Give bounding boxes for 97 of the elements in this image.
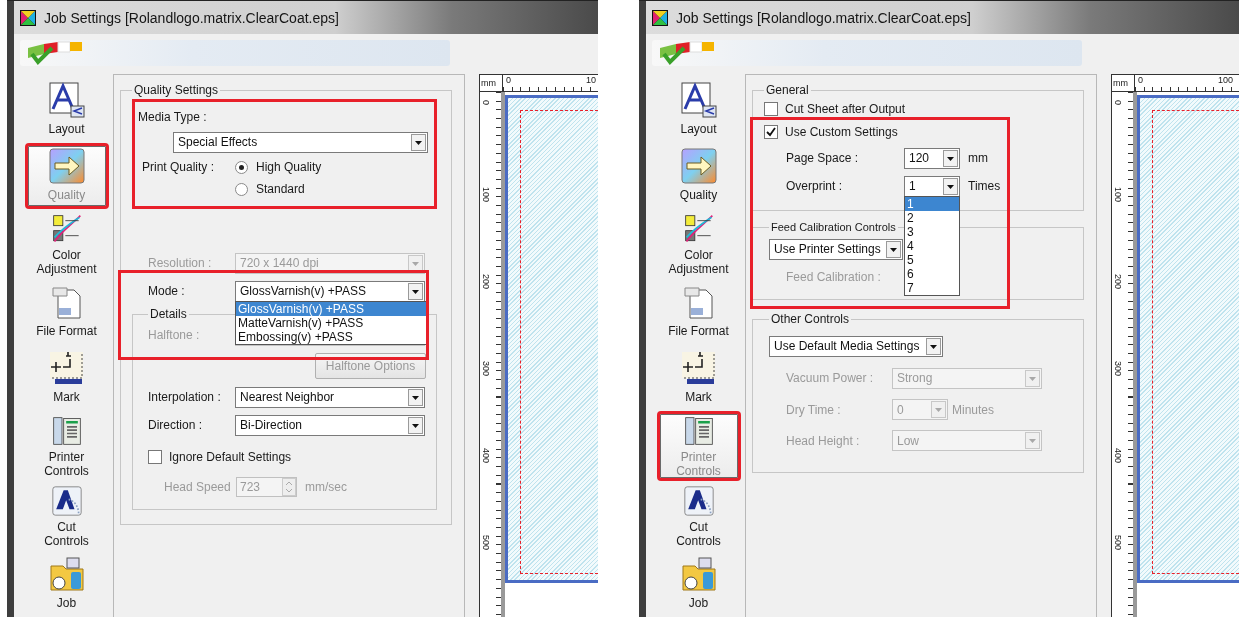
color-gradient-icon xyxy=(48,148,85,184)
ruler-label: 300 xyxy=(1113,361,1123,377)
unit-label: Minutes xyxy=(952,402,995,417)
caret-icon xyxy=(943,177,958,195)
sidebar-item[interactable]: Layout xyxy=(656,77,741,143)
caret-icon xyxy=(931,401,946,418)
dropdown-option[interactable]: GlossVarnish(v) +PASS xyxy=(236,302,426,316)
dropdown-list[interactable]: 1 2 3 4 5 6 7 xyxy=(904,196,960,296)
sidebar-item[interactable]: File Format xyxy=(656,279,741,345)
caret-icon xyxy=(408,254,423,272)
checkbox[interactable]: Use Custom Settings xyxy=(764,120,898,144)
field-label: Vacuum Power : xyxy=(786,371,875,385)
crop-mark-icon xyxy=(680,350,717,386)
field-label: Page Space : xyxy=(786,151,860,165)
dropdown[interactable]: GlossVarnish(v) +PASS xyxy=(235,280,425,302)
group-title: General xyxy=(765,83,810,97)
color-gradient-icon xyxy=(680,148,717,184)
field-label: Dry Time : xyxy=(786,402,842,417)
checkbox[interactable]: Ignore Default Settings xyxy=(148,445,292,469)
sidebar-item[interactable]: Printer Controls xyxy=(24,411,109,481)
group-title: Other Controls xyxy=(770,312,851,326)
sidebar-item[interactable]: Cut Controls xyxy=(656,481,741,551)
app-icon xyxy=(652,9,668,26)
dropdown[interactable]: Nearest Neighbor xyxy=(235,386,425,408)
crop-mark-icon xyxy=(48,350,85,386)
ruler-label: 500 xyxy=(1113,535,1123,551)
ruler-label: 400 xyxy=(1113,448,1123,464)
sidebar-item[interactable]: Mark xyxy=(24,345,109,411)
group-title: Feed Calibration Controls xyxy=(770,221,897,233)
folder-icon xyxy=(48,556,85,592)
ruler-label: 200 xyxy=(481,274,491,290)
dropdown-option[interactable]: 1 xyxy=(905,197,959,211)
field-label: Mode : xyxy=(148,284,186,298)
sidebar-item[interactable]: Color Adjustment xyxy=(656,209,741,279)
field-label: Feed Calibration : xyxy=(786,270,882,284)
layout-icon xyxy=(48,82,85,118)
group-title: Details xyxy=(149,307,188,321)
ruler-label: 100 xyxy=(1218,75,1235,87)
field-label: Direction : xyxy=(148,418,204,432)
field-label: Head Speed xyxy=(164,480,232,494)
spin-arrows-icon xyxy=(282,478,296,496)
checkbox[interactable]: Cut Sheet after Output xyxy=(764,97,906,120)
sidebar-item[interactable]: Color Adjustment xyxy=(24,209,109,279)
layout-icon xyxy=(680,82,717,118)
sidebar-item[interactable]: Quality xyxy=(656,143,741,209)
window-title: Job Settings [Rolandlogo.matrix.ClearCoat.eps] xyxy=(676,9,971,26)
caret-icon xyxy=(408,388,423,406)
window-title: Job Settings [Rolandlogo.matrix.ClearCoat.eps] xyxy=(44,9,339,26)
caret-icon xyxy=(1025,369,1040,387)
caret-icon xyxy=(408,416,423,434)
dropdown-list[interactable]: GlossVarnish(v) +PASS MatteVarnish(v) +PASS Embossing(v) +PASS xyxy=(235,301,427,345)
sidebar-item[interactable]: Mark xyxy=(656,345,741,411)
ruler-label: 300 xyxy=(481,361,491,377)
unit-label: mm xyxy=(968,151,988,165)
unit-label: mm xyxy=(1112,75,1135,91)
caret-icon xyxy=(408,282,423,300)
unit-label: mm xyxy=(480,75,503,91)
caret-icon xyxy=(886,240,901,258)
caret-icon xyxy=(926,337,941,355)
dropdown[interactable]: Special Effects xyxy=(173,131,428,153)
ruler-label: 0 xyxy=(481,100,491,105)
ruler-label: 10 xyxy=(586,75,597,87)
ruler-label: 100 xyxy=(1113,187,1123,203)
app-icon xyxy=(20,9,36,26)
ruler-label: 0 xyxy=(506,75,512,87)
radio-button[interactable]: High Quality xyxy=(235,156,322,178)
group-title: Quality Settings xyxy=(133,83,220,97)
sidebar-item[interactable]: Cut Controls xyxy=(24,481,109,551)
ruler-label: 0 xyxy=(1138,75,1144,87)
sidebar-item[interactable]: Job xyxy=(656,551,741,617)
caret-icon xyxy=(411,133,426,151)
field-label: Media Type : xyxy=(138,110,208,124)
ruler-label: 200 xyxy=(1113,274,1123,290)
ruler-label: 100 xyxy=(481,187,491,203)
field-label: Head Height : xyxy=(786,433,861,448)
field-label: Interpolation : xyxy=(148,390,222,404)
sidebar-item[interactable]: Job xyxy=(24,551,109,617)
dropdown[interactable]: Use Default Media Settings xyxy=(769,335,943,357)
field-label: Resolution : xyxy=(148,256,213,270)
ruler-label: 500 xyxy=(481,535,491,551)
field-label: Overprint : xyxy=(786,179,843,193)
sidebar-item[interactable]: Layout xyxy=(24,77,109,143)
radio-button[interactable]: Standard xyxy=(235,178,305,200)
caret-icon xyxy=(1025,432,1040,449)
caret-icon xyxy=(943,149,958,167)
dropdown[interactable]: Use Printer Settings xyxy=(769,238,903,260)
unit-label: mm/sec xyxy=(305,480,347,494)
unit-label: Times xyxy=(968,179,1001,193)
folder-icon xyxy=(680,556,717,592)
ruler-label: 0 xyxy=(1113,100,1123,105)
ruler-label: 400 xyxy=(481,448,491,464)
field-label: Halftone : xyxy=(148,328,201,342)
field-label: Print Quality : xyxy=(142,160,216,174)
dropdown[interactable]: Bi-Direction xyxy=(235,414,425,436)
sidebar-item[interactable]: File Format xyxy=(24,279,109,345)
dropdown[interactable]: 120 xyxy=(904,147,960,169)
dropdown[interactable]: 1 xyxy=(904,175,960,197)
